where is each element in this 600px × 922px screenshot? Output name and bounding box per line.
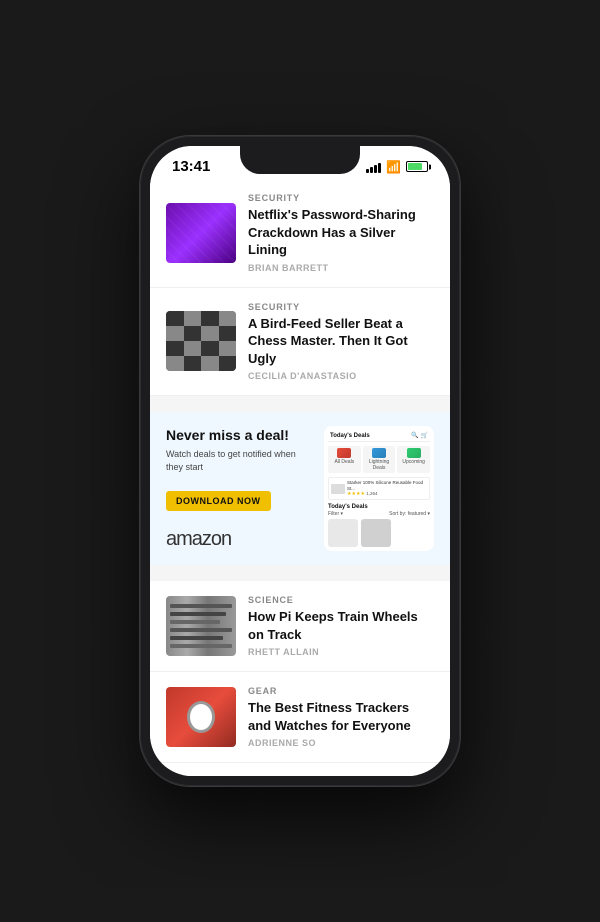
article-thumbnail <box>166 203 236 263</box>
ad-subtext: Watch deals to get notified when they st… <box>166 448 314 473</box>
wifi-icon: 📶 <box>386 160 401 174</box>
phone-frame: 13:41 📶 <box>140 136 460 786</box>
status-icons: 📶 <box>366 160 428 174</box>
amazon-logo: amazon <box>166 528 314 551</box>
article-category: SCIENCE <box>248 595 434 605</box>
article-category: SECURITY <box>248 193 434 203</box>
ad-tagline: Never miss a deal! <box>166 426 314 444</box>
ad-banner[interactable]: Never miss a deal! Watch deals to get no… <box>150 412 450 565</box>
article-info: SECURITY Netflix's Password-Sharing Crac… <box>248 193 434 273</box>
ad-phone-mock: Today's Deals 🔍 🛒 All Deals Lightning De… <box>324 426 434 551</box>
article-card[interactable]: SCIENCE How Pi Keeps Train Wheels on Tra… <box>150 581 450 672</box>
article-title: A Bird-Feed Seller Beat a Chess Master. … <box>248 315 434 368</box>
notch <box>240 146 360 174</box>
ad-phone-title: Today's Deals <box>330 433 370 439</box>
article-author: RHETT ALLAIN <box>248 647 434 657</box>
ad-product-thumbnails <box>328 519 430 547</box>
ad-todays-deals: Today's Deals <box>328 504 430 510</box>
article-thumbnail <box>166 596 236 656</box>
phone-screen: 13:41 📶 <box>150 146 450 776</box>
article-title: Netflix's Password-Sharing Crackdown Has… <box>248 206 434 259</box>
ad-filter: Filter ▾ <box>328 511 343 517</box>
article-thumbnail <box>166 311 236 371</box>
ad-rating-stars: ★★★★ <box>347 491 365 497</box>
section-divider <box>150 396 450 404</box>
article-category: SECURITY <box>248 302 434 312</box>
ad-deal-tab: Upcoming <box>397 446 430 473</box>
article-card[interactable]: GEAR My Treadmill Desk Made Working From… <box>150 763 450 776</box>
section-divider <box>150 573 450 581</box>
signal-icon <box>366 161 381 173</box>
content-scroll[interactable]: SECURITY Netflix's Password-Sharing Crac… <box>150 179 450 776</box>
ad-sort: Sort by: featured ▾ <box>389 511 430 517</box>
article-card[interactable]: SECURITY A Bird-Feed Seller Beat a Chess… <box>150 288 450 397</box>
ad-cta-button[interactable]: DOWNLOAD NOW <box>166 491 271 511</box>
article-author: BRIAN BARRETT <box>248 263 434 273</box>
article-title: The Best Fitness Trackers and Watches fo… <box>248 699 434 734</box>
ad-deal-tab: All Deals <box>328 446 361 473</box>
ad-deals-grid: All Deals Lightning Deals Upcoming <box>328 446 430 473</box>
article-info: SCIENCE How Pi Keeps Train Wheels on Tra… <box>248 595 434 657</box>
article-info: SECURITY A Bird-Feed Seller Beat a Chess… <box>248 302 434 382</box>
article-author: CECILIA D'ANASTASIO <box>248 371 434 381</box>
ad-deal-tab: Lightning Deals <box>363 446 396 473</box>
ad-left: Never miss a deal! Watch deals to get no… <box>166 426 314 551</box>
ad-product-item: Starker 100% Silicone Reusable Food St..… <box>328 477 430 500</box>
article-author: ADRIENNE SO <box>248 738 434 748</box>
article-card[interactable]: GEAR The Best Fitness Trackers and Watch… <box>150 672 450 763</box>
article-title: How Pi Keeps Train Wheels on Track <box>248 608 434 643</box>
status-time: 13:41 <box>172 158 210 175</box>
ad-product-name: Starker 100% Silicone Reusable Food St..… <box>347 480 427 491</box>
article-card[interactable]: SECURITY Netflix's Password-Sharing Crac… <box>150 179 450 288</box>
battery-icon <box>406 161 428 172</box>
article-category: GEAR <box>248 686 434 696</box>
article-thumbnail <box>166 687 236 747</box>
ad-rating-count: 1,264 <box>366 491 377 496</box>
article-info: GEAR The Best Fitness Trackers and Watch… <box>248 686 434 748</box>
